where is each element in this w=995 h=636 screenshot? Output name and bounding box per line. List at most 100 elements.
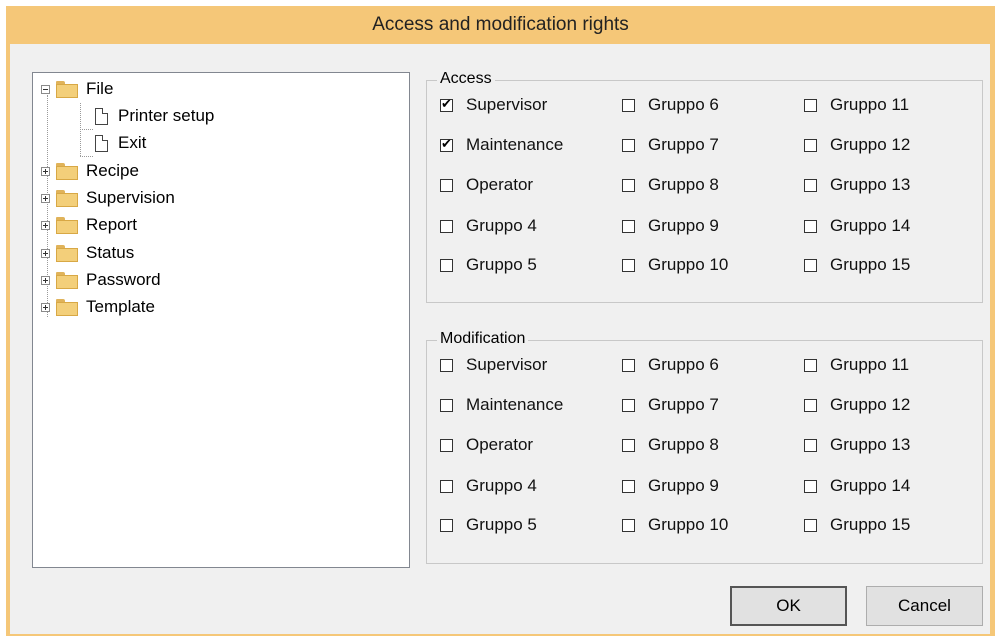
- access-checkbox-gruppo-15[interactable]: Gruppo 15: [804, 255, 910, 275]
- checkbox-box[interactable]: [804, 219, 817, 233]
- checkbox-label: Operator: [466, 435, 534, 454]
- checkbox-label: Gruppo 7: [648, 395, 719, 414]
- checkbox-box[interactable]: [440, 479, 453, 493]
- tree-item-printer-setup[interactable]: Printer setup: [95, 104, 214, 128]
- tree-item-template[interactable]: Template: [41, 295, 155, 319]
- checkbox-box[interactable]: [622, 258, 635, 272]
- cancel-button[interactable]: Cancel: [866, 586, 983, 626]
- checkbox-box[interactable]: [804, 138, 817, 152]
- tree-item-label: Exit: [118, 133, 147, 152]
- checkbox-label: Gruppo 14: [830, 476, 911, 495]
- expand-icon[interactable]: [41, 248, 50, 258]
- modification-checkbox-gruppo-8[interactable]: Gruppo 8: [622, 435, 719, 455]
- access-checkbox-gruppo-4[interactable]: Gruppo 4: [440, 216, 537, 236]
- modification-checkbox-gruppo-4[interactable]: Gruppo 4: [440, 476, 537, 496]
- expand-icon[interactable]: [41, 275, 50, 285]
- checkbox-label: Gruppo 11: [830, 355, 910, 374]
- modification-checkbox-gruppo-9[interactable]: Gruppo 9: [622, 476, 719, 496]
- expand-icon[interactable]: [41, 193, 50, 203]
- folder-icon: [56, 298, 78, 316]
- tree-item-recipe[interactable]: Recipe: [41, 159, 139, 183]
- collapse-icon[interactable]: [41, 84, 50, 94]
- checkbox-box[interactable]: [622, 138, 635, 152]
- modification-checkbox-gruppo-12[interactable]: Gruppo 12: [804, 395, 910, 415]
- checkbox-box[interactable]: [440, 178, 453, 192]
- modification-checkbox-gruppo-13[interactable]: Gruppo 13: [804, 435, 910, 455]
- checkbox-box[interactable]: [440, 97, 453, 112]
- checkbox-box[interactable]: [440, 518, 453, 532]
- checkbox-label: Gruppo 6: [648, 355, 719, 374]
- access-checkbox-maintenance[interactable]: Maintenance: [440, 135, 563, 155]
- modification-checkbox-gruppo-10[interactable]: Gruppo 10: [622, 515, 728, 535]
- checkbox-box[interactable]: [622, 178, 635, 192]
- checkbox-box[interactable]: [804, 438, 817, 452]
- dialog-window: Access and modification rights File Prin…: [6, 6, 995, 636]
- checkbox-box[interactable]: [622, 358, 635, 372]
- checkbox-box[interactable]: [440, 358, 453, 372]
- checkbox-box[interactable]: [804, 98, 817, 112]
- checkbox-box[interactable]: [440, 438, 453, 452]
- access-checkbox-gruppo-6[interactable]: Gruppo 6: [622, 95, 719, 115]
- checkbox-box[interactable]: [804, 479, 817, 493]
- checkbox-box[interactable]: [622, 518, 635, 532]
- checkbox-box[interactable]: [804, 178, 817, 192]
- checkbox-box[interactable]: [440, 219, 453, 233]
- checkbox-box[interactable]: [622, 398, 635, 412]
- modification-checkbox-operator[interactable]: Operator: [440, 435, 533, 455]
- modification-checkbox-gruppo-5[interactable]: Gruppo 5: [440, 515, 537, 535]
- access-checkbox-gruppo-11[interactable]: Gruppo 11: [804, 95, 909, 115]
- checkbox-box[interactable]: [622, 438, 635, 452]
- tree-item-exit[interactable]: Exit: [95, 131, 146, 155]
- folder-icon: [56, 271, 78, 289]
- modification-checkbox-gruppo-14[interactable]: Gruppo 14: [804, 476, 910, 496]
- access-checkbox-gruppo-13[interactable]: Gruppo 13: [804, 175, 910, 195]
- checkbox-box[interactable]: [804, 518, 817, 532]
- checkbox-label: Gruppo 9: [648, 476, 719, 495]
- ok-button[interactable]: OK: [730, 586, 847, 626]
- tree-item-report[interactable]: Report: [41, 213, 137, 237]
- checkbox-box[interactable]: [804, 358, 817, 372]
- checkbox-label: Operator: [466, 175, 534, 194]
- access-checkbox-gruppo-8[interactable]: Gruppo 8: [622, 175, 719, 195]
- checkbox-box[interactable]: [440, 398, 453, 412]
- expand-icon[interactable]: [41, 302, 50, 312]
- checkbox-label: Maintenance: [466, 395, 564, 414]
- checkbox-label: Gruppo 7: [648, 135, 719, 154]
- checkbox-box[interactable]: [804, 398, 817, 412]
- modification-checkbox-gruppo-6[interactable]: Gruppo 6: [622, 355, 719, 375]
- expand-icon[interactable]: [41, 166, 50, 176]
- tree-item-supervision[interactable]: Supervision: [41, 186, 175, 210]
- modification-checkbox-gruppo-7[interactable]: Gruppo 7: [622, 395, 719, 415]
- tree-item-password[interactable]: Password: [41, 268, 161, 292]
- modification-checkbox-maintenance[interactable]: Maintenance: [440, 395, 563, 415]
- checkbox-box[interactable]: [440, 137, 453, 152]
- access-checkbox-gruppo-14[interactable]: Gruppo 14: [804, 216, 910, 236]
- checkbox-label: Gruppo 11: [830, 95, 910, 114]
- access-checkbox-gruppo-9[interactable]: Gruppo 9: [622, 216, 719, 236]
- checkbox-label: Gruppo 8: [648, 175, 719, 194]
- modification-checkbox-gruppo-15[interactable]: Gruppo 15: [804, 515, 910, 535]
- access-checkbox-operator[interactable]: Operator: [440, 175, 533, 195]
- checkbox-label: Gruppo 14: [830, 216, 911, 235]
- checkbox-label: Gruppo 5: [466, 255, 537, 274]
- tree-item-status[interactable]: Status: [41, 241, 134, 265]
- permissions-tree[interactable]: File Printer setup Exit Recipe Supervisi…: [32, 72, 410, 568]
- tree-item-file[interactable]: File: [41, 77, 113, 101]
- checkbox-label: Gruppo 6: [648, 95, 719, 114]
- tree-item-label: Template: [86, 297, 155, 316]
- access-checkbox-gruppo-7[interactable]: Gruppo 7: [622, 135, 719, 155]
- checkbox-box[interactable]: [622, 479, 635, 493]
- access-checkbox-supervisor[interactable]: Supervisor: [440, 95, 547, 115]
- expand-icon[interactable]: [41, 220, 50, 230]
- checkbox-box[interactable]: [804, 258, 817, 272]
- access-checkbox-gruppo-5[interactable]: Gruppo 5: [440, 255, 537, 275]
- checkbox-box[interactable]: [440, 258, 453, 272]
- checkbox-box[interactable]: [622, 98, 635, 112]
- access-checkbox-gruppo-12[interactable]: Gruppo 12: [804, 135, 910, 155]
- modification-checkbox-gruppo-11[interactable]: Gruppo 11: [804, 355, 909, 375]
- access-checkbox-gruppo-10[interactable]: Gruppo 10: [622, 255, 728, 275]
- modification-checkbox-supervisor[interactable]: Supervisor: [440, 355, 547, 375]
- checkbox-label: Gruppo 8: [648, 435, 719, 454]
- checkbox-label: Gruppo 12: [830, 395, 911, 414]
- checkbox-box[interactable]: [622, 219, 635, 233]
